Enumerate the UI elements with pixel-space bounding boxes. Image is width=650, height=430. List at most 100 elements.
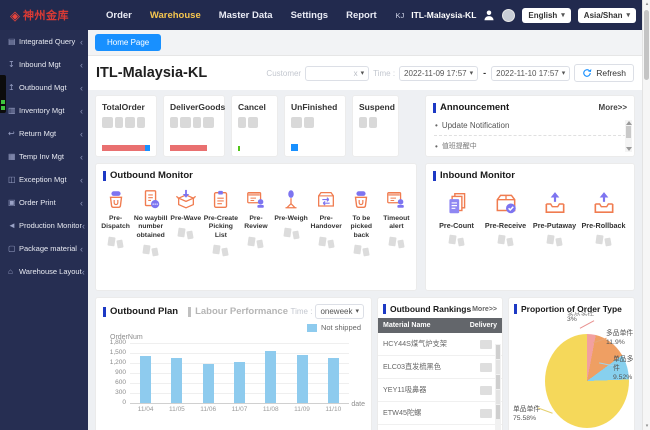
monitor-item-pre-count[interactable]: Pre-Count — [432, 191, 481, 246]
chevron-icon: ‹ — [80, 37, 83, 47]
announcement-more-link[interactable]: More>> — [599, 103, 627, 112]
sidebar-item-exception-mgt[interactable]: ◫ Exception Mgt ‹ — [0, 168, 88, 191]
sidebar-item-warehouse-layout[interactable]: ⌂ Warehouse Layout ‹ — [0, 260, 88, 283]
header-filters: Customer x ▾ Time : 2022-11-09 17:57 ▾ -… — [266, 64, 634, 82]
avatar[interactable] — [502, 9, 515, 22]
tab-labour-performance[interactable]: Labour Performance — [188, 306, 288, 317]
card-stamp-icon — [245, 189, 267, 211]
main-area: Home Page ITL-Malaysia-KL Customer x ▾ T… — [88, 30, 642, 430]
ranking-row[interactable]: ETW45陀螺 — [378, 402, 502, 425]
bullet-icon: • — [435, 142, 438, 151]
tab-outbound-plan[interactable]: Outbound Plan — [103, 306, 178, 317]
menu-report[interactable]: Report — [346, 10, 377, 21]
scroll-down-icon[interactable]: ▾ — [643, 422, 650, 430]
pie-slice-pct: 9.52% — [613, 374, 632, 381]
y-tick: 0 — [102, 399, 126, 406]
monitor-item-pre-handover[interactable]: Pre-Handover — [309, 189, 344, 256]
plan-time-select[interactable]: oneweek ▾ — [315, 304, 364, 319]
bar[interactable] — [328, 358, 339, 403]
announcement-item[interactable]: • Update Notification — [426, 117, 634, 134]
chevron-down-icon: ▾ — [361, 70, 365, 77]
time-from-select[interactable]: 2022-11-09 17:57 ▾ — [399, 66, 478, 81]
refresh-button[interactable]: Refresh — [574, 64, 634, 82]
announcement-title: Announcement — [440, 102, 509, 113]
monitor-item-pre-wave[interactable]: Pre-Wave — [168, 189, 203, 256]
monitor-item-pre-putaway[interactable]: Pre-Putaway — [530, 191, 579, 246]
sidebar-item-inventory-mgt[interactable]: ▥ Inventory Mgt ‹ — [0, 99, 88, 122]
scroll-up-icon[interactable] — [626, 121, 632, 125]
scroll-up-icon[interactable]: ▴ — [643, 0, 650, 8]
bar[interactable] — [297, 355, 308, 403]
sidebar-item-temp-inv-mgt[interactable]: ▦ Temp Inv Mgt ‹ — [0, 145, 88, 168]
timezone-select[interactable]: Asia/Shan ▾ — [578, 8, 636, 23]
sidebar-item-integrated-query[interactable]: ▤ Integrated Query ‹ — [0, 30, 88, 53]
ranking-row[interactable]: ELC03直发梳黑色 — [378, 356, 502, 379]
sidebar-item-label: Integrated Query — [19, 37, 80, 46]
monitor-item-to-be-picked-back[interactable]: To be picked back — [344, 189, 379, 256]
sidebar-item-production-monitor[interactable]: ◄ Production Monitor ‹ — [0, 214, 88, 237]
tab-home-page[interactable]: Home Page — [95, 34, 161, 51]
logo-text: 神州金库 — [23, 7, 69, 23]
monitor-item-pre-weigh[interactable]: Pre-Weigh — [274, 189, 309, 256]
sidebar-item-inbound-mgt[interactable]: ↧ Inbound Mgt ‹ — [0, 53, 88, 76]
sidebar-item-outbound-mgt[interactable]: ↥ Outbound Mgt ‹ — [0, 76, 88, 99]
monitor-label: Pre-Rollback — [582, 221, 626, 230]
customer-select[interactable]: x ▾ — [305, 66, 369, 81]
stat-card-total-order[interactable]: TotalOrder — [95, 95, 157, 157]
stat-card-suspend[interactable]: Suspend — [352, 95, 399, 157]
menu-order[interactable]: Order — [106, 10, 132, 21]
bar[interactable] — [234, 362, 245, 403]
time-label: Time : — [291, 307, 313, 316]
monitor-item-pre-review[interactable]: Pre-Review — [238, 189, 273, 256]
x-axis-title: date — [351, 401, 365, 413]
bar[interactable] — [140, 356, 151, 403]
monitor-item-no-waybill[interactable]: No waybill number obtained — [133, 189, 168, 256]
page-scrollbar[interactable]: ▴ ▾ — [642, 0, 650, 430]
title-accent — [103, 307, 106, 317]
time-to-select[interactable]: 2022-11-10 17:57 ▾ — [491, 66, 570, 81]
sidebar-item-order-print[interactable]: ▣ Order Print ‹ — [0, 191, 88, 214]
scrollbar-thumb[interactable] — [626, 126, 631, 138]
rankings-scrollbar[interactable] — [495, 344, 501, 430]
obscured-delivery-value — [480, 409, 492, 418]
scroll-down-icon[interactable] — [626, 147, 632, 151]
announcement-scrollbar[interactable] — [625, 120, 632, 152]
monitor-item-pre-rollback[interactable]: Pre-Rollback — [579, 191, 628, 246]
pie-slice-name: 单品单件 — [513, 406, 540, 413]
x-tick: 11/06 — [200, 406, 216, 413]
layout-icon: ⌂ — [8, 267, 19, 276]
menu-warehouse[interactable]: Warehouse — [150, 10, 201, 21]
ranking-row[interactable]: YEY11吸鼻器 — [378, 379, 502, 402]
menu-master-data[interactable]: Master Data — [219, 10, 273, 21]
plan-tabs: Outbound Plan Labour Performance — [103, 306, 288, 317]
top-menu: Order Warehouse Master Data Settings Rep… — [106, 10, 377, 21]
bar[interactable] — [265, 351, 276, 403]
scrollbar-thumb[interactable] — [644, 10, 649, 80]
sidebar-item-package-material[interactable]: ▢ Package material ‹ — [0, 237, 88, 260]
tab-label: Labour Performance — [195, 306, 288, 317]
rankings-more-link[interactable]: More>> — [472, 306, 497, 313]
ranking-row[interactable]: HCY44S煤气炉支架 — [378, 333, 502, 356]
chevron-icon: ‹ — [80, 244, 83, 254]
language-select[interactable]: English ▾ — [522, 8, 570, 23]
stat-card-cancel[interactable]: Cancel — [231, 95, 278, 157]
clear-icon[interactable]: x — [354, 69, 358, 78]
obscured-value — [102, 117, 150, 128]
monitor-item-pre-dispatch[interactable]: Pre-Dispatch — [98, 189, 133, 256]
bar[interactable] — [203, 364, 214, 403]
announcement-item[interactable]: • 值班提醒中 — [426, 137, 634, 155]
scrollbar-thumb[interactable] — [496, 345, 500, 359]
menu-settings[interactable]: Settings — [291, 10, 328, 21]
outbound-monitor-items: Pre-Dispatch No waybill number obtained … — [96, 185, 416, 256]
stat-card-unfinished[interactable]: UnFinished — [284, 95, 346, 157]
monitor-item-timeout-alert[interactable]: Timeout alert — [379, 189, 414, 256]
user-icon[interactable] — [483, 9, 495, 21]
stat-card-deliver-goods[interactable]: DeliverGoods — [163, 95, 225, 157]
bar[interactable] — [171, 358, 182, 403]
sidebar-item-return-mgt[interactable]: ↩ Return Mgt ‹ — [0, 122, 88, 145]
query-icon: ▤ — [8, 37, 19, 46]
material-name: YEY11吸鼻器 — [383, 385, 426, 395]
sidebar-item-label: Inbound Mgt — [19, 60, 80, 69]
monitor-item-pre-create-picking[interactable]: Pre-Create Picking List — [203, 189, 238, 256]
monitor-item-pre-receive[interactable]: Pre-Receive — [481, 191, 530, 246]
